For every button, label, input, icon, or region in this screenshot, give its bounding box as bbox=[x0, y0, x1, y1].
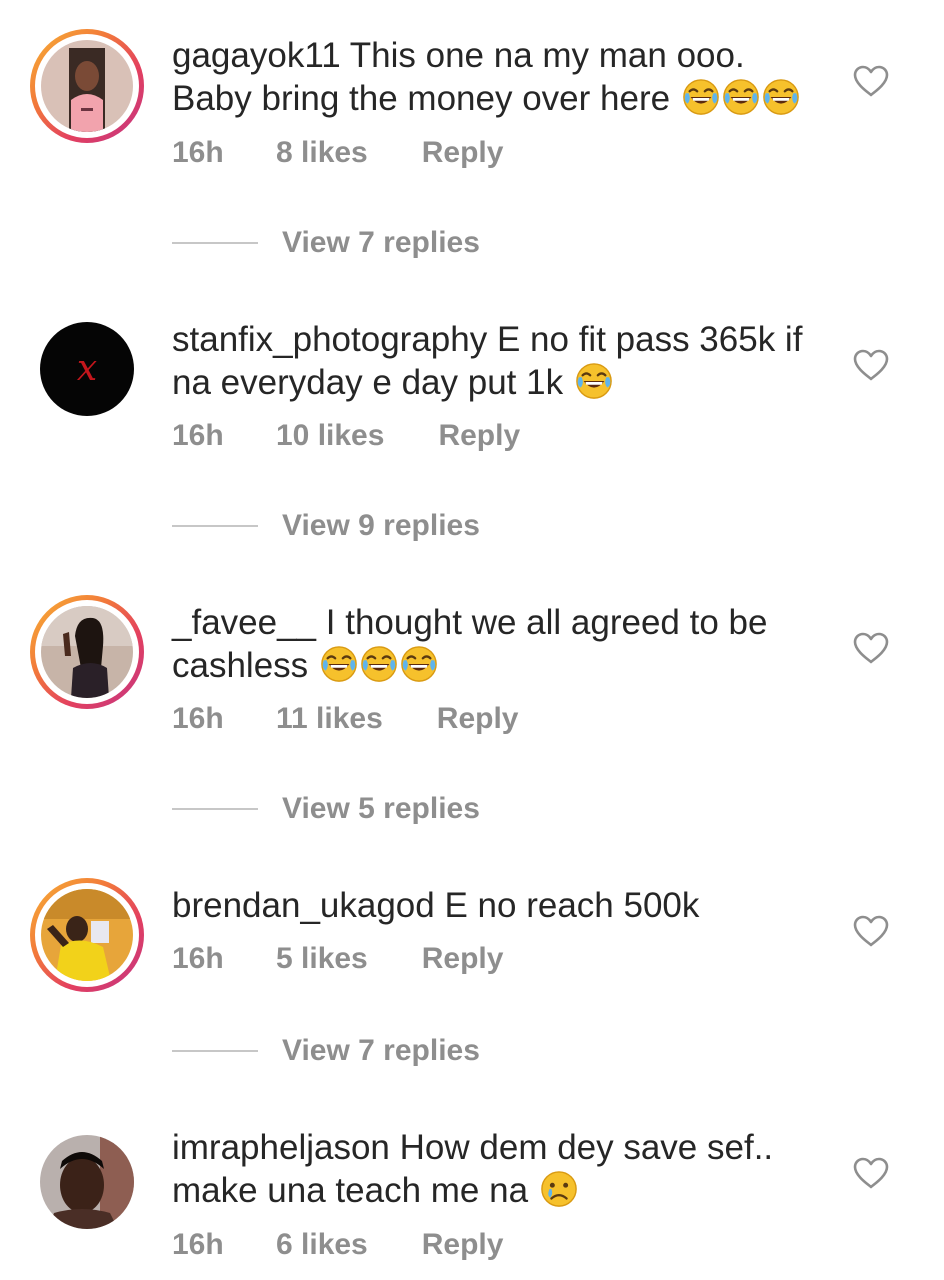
comment-meta: 16h 8 likes Reply bbox=[172, 136, 503, 170]
avatar-container[interactable] bbox=[30, 1125, 144, 1239]
heart-outline-icon[interactable] bbox=[852, 64, 890, 98]
comment-text: brendan_ukagod E no reach 500k bbox=[172, 884, 822, 927]
avatar: x bbox=[40, 322, 134, 416]
comment-likes[interactable]: 8 likes bbox=[276, 136, 368, 170]
avatar-container[interactable]: x bbox=[30, 312, 144, 426]
view-replies-button[interactable]: View 7 replies bbox=[172, 1034, 480, 1068]
reply-button[interactable]: Reply bbox=[422, 136, 504, 170]
comment-likes[interactable]: 11 likes bbox=[276, 702, 383, 736]
reply-button[interactable]: Reply bbox=[437, 702, 519, 736]
divider-line bbox=[172, 808, 258, 810]
comment-body: E no reach 500k bbox=[444, 886, 700, 925]
comment-username[interactable]: stanfix_photography bbox=[172, 320, 487, 359]
comment-time: 16h bbox=[172, 136, 224, 169]
heart-outline-icon[interactable] bbox=[852, 1156, 890, 1190]
divider-line bbox=[172, 1050, 258, 1052]
comment-text: gagayok11 This one na my man ooo. Baby b… bbox=[172, 34, 822, 120]
avatar bbox=[40, 1135, 134, 1229]
comment-username[interactable]: gagayok11 bbox=[172, 36, 341, 75]
divider-line bbox=[172, 525, 258, 527]
heart-outline-icon[interactable] bbox=[852, 348, 890, 382]
heart-outline-icon[interactable] bbox=[852, 631, 890, 665]
heart-outline-icon[interactable] bbox=[852, 914, 890, 948]
avatar-border bbox=[35, 34, 139, 138]
avatar-border bbox=[35, 600, 139, 704]
view-replies-button[interactable]: View 7 replies bbox=[172, 226, 480, 260]
reply-button[interactable]: Reply bbox=[422, 942, 504, 976]
comment-meta: 16h 10 likes Reply bbox=[172, 419, 520, 453]
view-replies-label: View 7 replies bbox=[282, 1034, 480, 1067]
avatar-border bbox=[35, 883, 139, 987]
laugh-emoji-icon bbox=[318, 646, 438, 685]
comment-meta: 16h 5 likes Reply bbox=[172, 942, 503, 976]
view-replies-button[interactable]: View 5 replies bbox=[172, 792, 480, 826]
crying-emoji-icon bbox=[538, 1171, 578, 1210]
divider-line bbox=[172, 242, 258, 244]
comment-username[interactable]: imrapheljason bbox=[172, 1128, 390, 1167]
comment-time: 16h bbox=[172, 702, 224, 735]
reply-button[interactable]: Reply bbox=[422, 1228, 504, 1262]
laugh-emoji-icon bbox=[573, 363, 613, 402]
view-replies-label: View 9 replies bbox=[282, 509, 480, 542]
avatar-story-ring[interactable] bbox=[30, 595, 144, 709]
comment-likes[interactable]: 10 likes bbox=[276, 419, 384, 453]
comment-text: stanfix_photography E no fit pass 365k i… bbox=[172, 318, 822, 404]
avatar bbox=[41, 40, 133, 132]
comment-likes[interactable]: 6 likes bbox=[276, 1228, 368, 1262]
comment-text: _favee__ I thought we all agreed to be c… bbox=[172, 601, 822, 687]
comment-likes[interactable]: 5 likes bbox=[276, 942, 368, 976]
comment-username[interactable]: _favee__ bbox=[172, 603, 316, 642]
comment-meta: 16h 11 likes Reply bbox=[172, 702, 518, 736]
reply-button[interactable]: Reply bbox=[438, 419, 520, 453]
comment-time: 16h bbox=[172, 1228, 224, 1261]
view-replies-button[interactable]: View 9 replies bbox=[172, 509, 480, 543]
comment-username[interactable]: brendan_ukagod bbox=[172, 886, 435, 925]
comment-time: 16h bbox=[172, 942, 224, 975]
avatar-story-ring[interactable] bbox=[30, 878, 144, 992]
comment-meta: 16h 6 likes Reply bbox=[172, 1228, 503, 1262]
avatar bbox=[41, 889, 133, 981]
avatar bbox=[41, 606, 133, 698]
laugh-emoji-icon bbox=[680, 79, 800, 118]
view-replies-label: View 7 replies bbox=[282, 226, 480, 259]
view-replies-label: View 5 replies bbox=[282, 792, 480, 825]
comment-text: imrapheljason How dem dey save sef.. mak… bbox=[172, 1126, 822, 1212]
comment-time: 16h bbox=[172, 419, 224, 452]
svg-text:x: x bbox=[77, 348, 97, 389]
avatar-story-ring[interactable] bbox=[30, 29, 144, 143]
